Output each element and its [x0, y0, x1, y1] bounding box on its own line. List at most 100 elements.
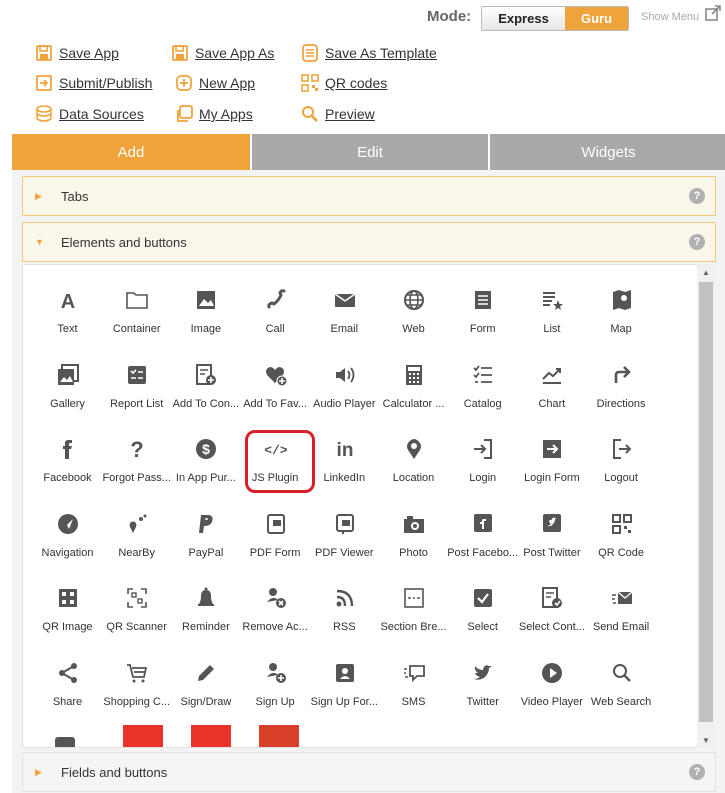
text-icon: A	[55, 287, 81, 313]
submit-publish-link[interactable]: Submit/Publish	[35, 74, 152, 92]
element-send-email[interactable]: Send Email	[587, 583, 656, 657]
scroll-down-arrow-icon[interactable]: ▼	[697, 732, 715, 748]
element-nearby[interactable]: NearBy	[102, 509, 171, 583]
element-label: Map	[610, 323, 632, 335]
element-email[interactable]: Email	[310, 285, 379, 359]
mode-toggle[interactable]: Express Guru	[481, 6, 629, 31]
number-tile-partial-2[interactable]	[191, 725, 231, 747]
element-web-search[interactable]: Web Search	[587, 658, 656, 732]
element-post-twitter[interactable]: Post Twitter	[517, 509, 586, 583]
my-apps-link[interactable]: My Apps	[175, 105, 253, 123]
element-web[interactable]: Web	[379, 285, 448, 359]
element-photo[interactable]: Photo	[379, 509, 448, 583]
element-select[interactable]: Select	[448, 583, 517, 657]
section-elements-header[interactable]: ▼ Elements and buttons ?	[22, 222, 716, 262]
element-logout[interactable]: Logout	[587, 434, 656, 508]
element-pdf-viewer[interactable]: PDF Viewer	[310, 509, 379, 583]
element-qr-image[interactable]: QR Image	[33, 583, 102, 657]
image-icon	[193, 287, 219, 313]
report-list-icon	[124, 362, 150, 388]
element-login-form[interactable]: Login Form	[517, 434, 586, 508]
submit-publish-label: Submit/Publish	[59, 75, 153, 91]
submit-icon	[36, 75, 52, 91]
tab-edit[interactable]: Edit	[252, 134, 488, 170]
element-select-cont[interactable]: Select Cont...	[517, 583, 586, 657]
video-tile-partial[interactable]	[55, 737, 75, 747]
element-login[interactable]: Login	[448, 434, 517, 508]
tab-add[interactable]: Add	[12, 134, 250, 170]
save-app-link[interactable]: Save App	[35, 44, 119, 62]
element-rss[interactable]: RSS	[310, 583, 379, 657]
element-remove-ac[interactable]: Remove Ac...	[241, 583, 310, 657]
mode-guru-button[interactable]: Guru	[565, 7, 628, 30]
save-app-as-link[interactable]: Save App As	[171, 44, 274, 62]
element-sign-draw[interactable]: Sign/Draw	[171, 658, 240, 732]
element-form[interactable]: Form	[448, 285, 517, 359]
elements-scrollbar[interactable]: ▲ ▼	[697, 264, 715, 748]
qr-codes-link[interactable]: QR codes	[301, 74, 387, 92]
element-audio-player[interactable]: Audio Player	[310, 360, 379, 434]
section-tabs-header[interactable]: ▶ Tabs ?	[22, 176, 716, 216]
element-call[interactable]: Call	[241, 285, 310, 359]
element-add-to-con[interactable]: Add To Con...	[171, 360, 240, 434]
element-gallery[interactable]: Gallery	[33, 360, 102, 434]
element-text[interactable]: A Text	[33, 285, 102, 359]
element-directions[interactable]: Directions	[587, 360, 656, 434]
element-navigation[interactable]: Navigation	[33, 509, 102, 583]
element-label: Chart	[538, 397, 566, 410]
element-post-facebo[interactable]: Post Facebo...	[447, 509, 518, 583]
login-icon	[470, 436, 496, 462]
scroll-thumb[interactable]	[699, 282, 713, 722]
share-icon	[55, 660, 81, 686]
element-pdf-form[interactable]: PDF Form	[241, 509, 310, 583]
pencil-icon	[193, 660, 219, 686]
save-as-template-link[interactable]: Save As Template	[301, 44, 437, 62]
mode-express-button[interactable]: Express	[482, 7, 565, 30]
element-section-bre[interactable]: Section Bre...	[379, 583, 448, 657]
element-chart[interactable]: Chart	[517, 360, 586, 434]
element-location[interactable]: Location	[379, 434, 448, 508]
game-tile-partial[interactable]	[259, 725, 299, 747]
scroll-up-arrow-icon[interactable]: ▲	[697, 264, 715, 280]
help-icon[interactable]: ?	[689, 764, 705, 780]
number-tile-partial-1[interactable]	[123, 725, 163, 747]
section-fields-header[interactable]: ▶ Fields and buttons ?	[22, 752, 716, 792]
element-twitter[interactable]: Twitter	[448, 658, 517, 732]
element-calculator[interactable]: Calculator ...	[379, 360, 448, 434]
element-label: Calculator ...	[382, 397, 445, 410]
element-facebook[interactable]: Facebook	[33, 434, 102, 508]
element-label: Reminder	[182, 621, 230, 633]
element-qr-scanner[interactable]: QR Scanner	[102, 583, 171, 657]
element-report-list[interactable]: Report List	[102, 360, 171, 434]
element-qr-code[interactable]: QR Code	[587, 509, 656, 583]
element-reminder[interactable]: Reminder	[171, 583, 240, 657]
element-sign-up[interactable]: Sign Up	[241, 658, 310, 732]
data-sources-link[interactable]: Data Sources	[35, 105, 144, 123]
help-icon[interactable]: ?	[689, 234, 705, 250]
element-in-app-pur[interactable]: $ In App Pur...	[171, 434, 240, 508]
element-label: Video Player	[520, 695, 583, 708]
element-shopping-c[interactable]: Shopping C...	[102, 658, 171, 732]
element-forgot-pass[interactable]: ? Forgot Pass...	[102, 434, 171, 508]
new-app-link[interactable]: New App	[175, 74, 255, 92]
element-linkedin[interactable]: in LinkedIn	[310, 434, 379, 508]
element-container[interactable]: Container	[102, 285, 171, 359]
tab-widgets[interactable]: Widgets	[490, 134, 725, 170]
element-list[interactable]: List	[517, 285, 586, 359]
element-share[interactable]: Share	[33, 658, 102, 732]
element-sign-up-for[interactable]: Sign Up For...	[310, 658, 379, 732]
logout-icon	[609, 436, 635, 462]
element-image[interactable]: Image	[171, 285, 240, 359]
element-add-to-fav[interactable]: Add To Fav...	[241, 360, 310, 434]
preview-link[interactable]: Preview	[301, 105, 375, 123]
element-paypal[interactable]: PayPal	[171, 509, 240, 583]
show-menu-link[interactable]: Show Menu	[641, 11, 699, 23]
external-link-icon[interactable]	[705, 5, 721, 21]
element-label: Call	[265, 323, 285, 335]
element-map[interactable]: Map	[587, 285, 656, 359]
element-video-player[interactable]: Video Player	[517, 658, 586, 732]
element-sms[interactable]: SMS	[379, 658, 448, 732]
element-catalog[interactable]: Catalog	[448, 360, 517, 434]
help-icon[interactable]: ?	[689, 188, 705, 204]
element-label: Form	[469, 323, 496, 335]
